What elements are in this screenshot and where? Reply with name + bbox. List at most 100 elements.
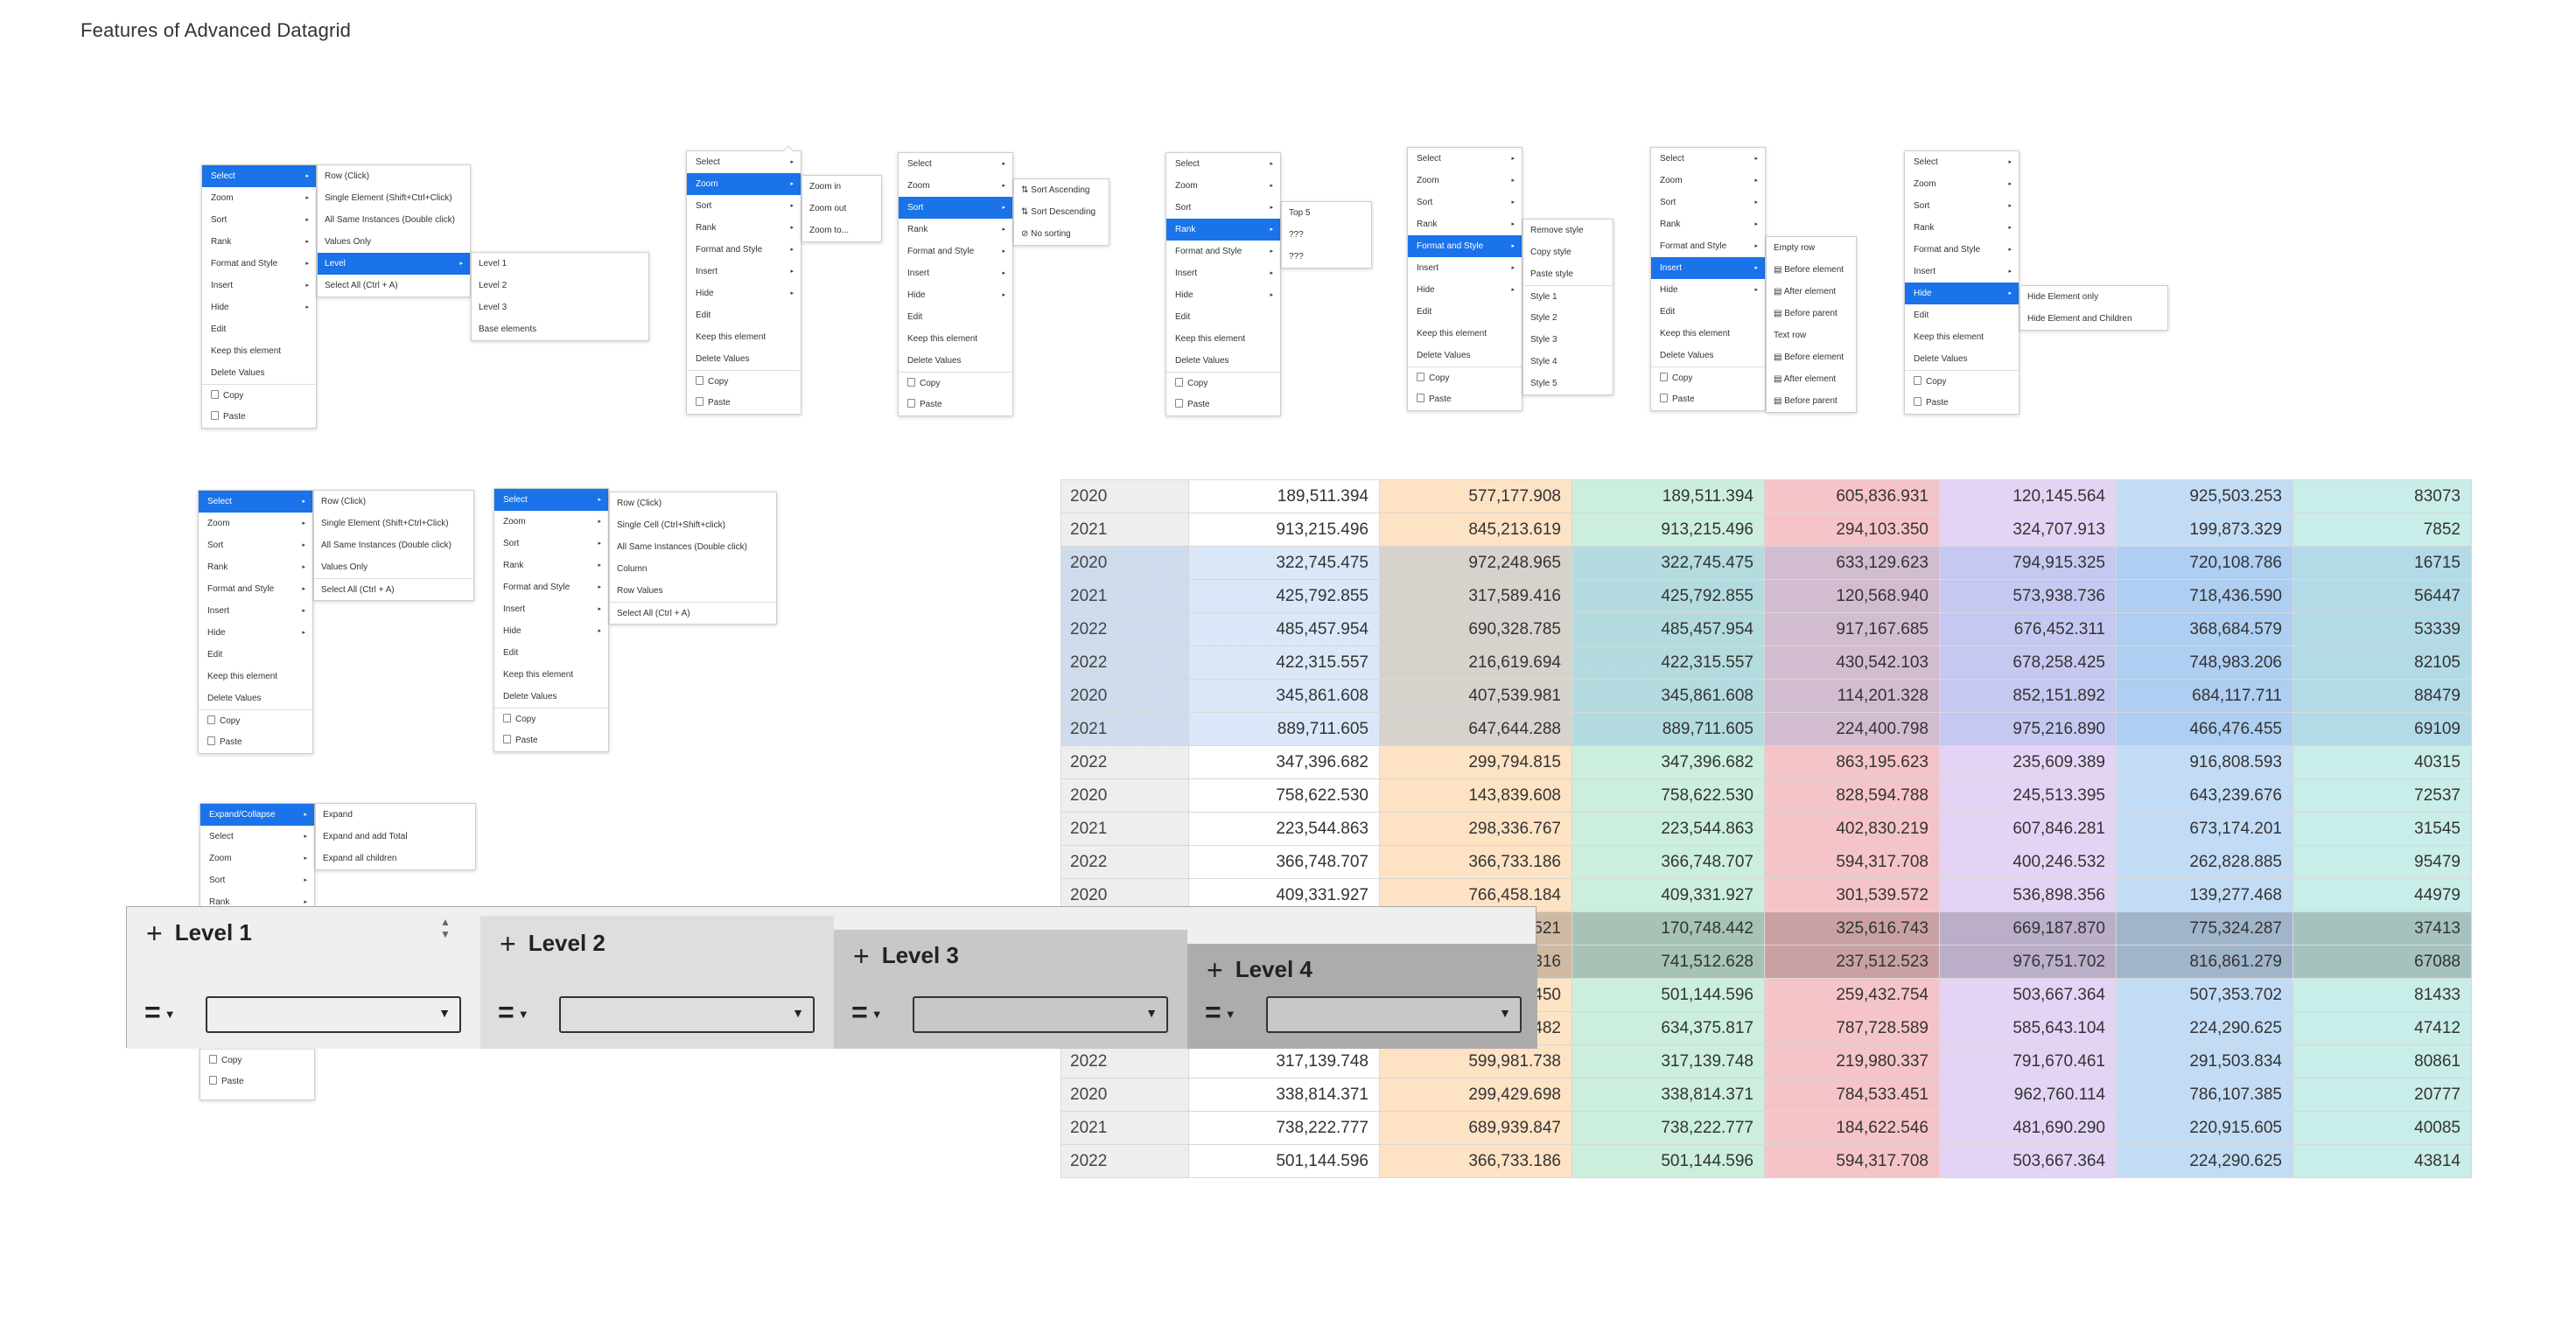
value-cell[interactable]: 299,429.698	[1379, 1078, 1572, 1112]
year-cell[interactable]: 2022	[1060, 1044, 1189, 1078]
year-cell[interactable]: 2021	[1060, 712, 1189, 746]
menu-item-hide[interactable]: Hide ▸	[1905, 283, 2019, 304]
value-cell[interactable]: 916,808.593	[2116, 745, 2293, 779]
menu-item-sort[interactable]: Sort ▸	[687, 195, 801, 217]
menu-item-insert[interactable]: Insert ▸	[687, 261, 801, 283]
level-title[interactable]: + Level 2	[500, 928, 606, 960]
menu-item-insert[interactable]: Insert ▸	[899, 262, 1012, 284]
value-cell[interactable]: 235,609.389	[1939, 745, 2117, 779]
menu-item-paste[interactable]: Paste	[1651, 388, 1765, 410]
menu-item-keep[interactable]: Keep this element	[202, 340, 316, 362]
value-cell[interactable]: 962,760.114	[1939, 1078, 2117, 1112]
value-cell[interactable]: 366,748.707	[1572, 845, 1765, 879]
menu-item-select[interactable]: Select ▸	[1408, 148, 1522, 170]
menu-item-zoom[interactable]: Zoom ▸	[202, 187, 316, 209]
menu-item-same-instances[interactable]: All Same Instances (Double click)	[318, 209, 470, 231]
value-cell[interactable]: 976,751.702	[1939, 945, 2117, 979]
value-cell[interactable]: 485,457.954	[1572, 612, 1765, 646]
menu-item-zoom[interactable]: Zoom ▸	[1905, 173, 2019, 195]
menu-item-select[interactable]: Select ▸	[200, 826, 314, 848]
year-cell[interactable]: 2020	[1060, 479, 1189, 513]
value-cell[interactable]: 594,317.708	[1764, 845, 1940, 879]
menu-item-delete[interactable]: Delete Values	[494, 686, 608, 708]
menu-item-delete[interactable]: Delete Values	[1166, 350, 1280, 372]
table-row[interactable]: 2020 758,622.530 143,839.608 758,622.530 828…	[1060, 778, 2472, 813]
menu-item-copy[interactable]: Copy	[494, 708, 608, 729]
menu-item-remove-style[interactable]: Remove style	[1523, 220, 1613, 241]
value-cell[interactable]: 425,792.855	[1572, 579, 1765, 613]
value-cell[interactable]: 294,103.350	[1764, 513, 1940, 547]
menu-item-insert[interactable]: Insert ▸	[494, 598, 608, 620]
menu-item-text-row[interactable]: Text row	[1767, 325, 1856, 346]
menu-item-rank[interactable]: Rank ▸	[494, 555, 608, 576]
value-cell[interactable]: 189,511.394	[1572, 479, 1765, 513]
value-cell[interactable]: 503,667.364	[1939, 978, 2117, 1012]
table-row[interactable]: 2022 422,315.557 216,619.694 422,315.557 430…	[1060, 646, 2472, 680]
menu-item-edit[interactable]: Edit	[1651, 301, 1765, 323]
value-cell[interactable]: 577,177.908	[1379, 479, 1572, 513]
value-cell[interactable]: 758,622.530	[1572, 778, 1765, 813]
value-cell[interactable]: 184,622.546	[1764, 1111, 1940, 1145]
value-cell[interactable]: 120,145.564	[1939, 479, 2117, 513]
menu-item-format[interactable]: Format and Style ▸	[1408, 235, 1522, 257]
value-cell[interactable]: 690,328.785	[1379, 612, 1572, 646]
menu-item-hide[interactable]: Hide ▸	[899, 284, 1012, 306]
menu-item-paste[interactable]: Paste	[494, 729, 608, 751]
value-cell[interactable]: 678,258.425	[1939, 646, 2117, 680]
table-row[interactable]: 2022 485,457.954 690,328.785 485,457.954 917…	[1060, 612, 2472, 646]
value-cell[interactable]: 224,290.625	[2116, 1011, 2293, 1045]
menu-item-delete[interactable]: Delete Values	[1408, 345, 1522, 366]
value-cell[interactable]: 673,174.201	[2116, 812, 2293, 846]
menu-item-select-all[interactable]: Select All (Ctrl + A)	[318, 275, 470, 297]
value-cell[interactable]: 599,981.738	[1379, 1044, 1572, 1078]
value-cell[interactable]: 828,594.788	[1764, 778, 1940, 813]
year-cell[interactable]: 2020	[1060, 778, 1189, 813]
menu-item-no-sort[interactable]: ⊘ No sorting	[1014, 223, 1109, 245]
menu-item-edit[interactable]: Edit	[494, 642, 608, 664]
value-cell[interactable]: 738,222.777	[1572, 1111, 1765, 1145]
menu-item-style-5[interactable]: Style 5	[1523, 373, 1613, 394]
menu-item-format[interactable]: Format and Style ▸	[1166, 241, 1280, 262]
value-cell[interactable]: 82105	[2292, 646, 2472, 680]
menu-item-zoom[interactable]: Zoom ▸	[494, 511, 608, 533]
value-cell[interactable]: 139,277.468	[2116, 878, 2293, 912]
value-cell[interactable]: 31545	[2292, 812, 2472, 846]
menu-item-insert[interactable]: Insert ▸	[1408, 257, 1522, 279]
menu-item-same-instances[interactable]: All Same Instances (Double click)	[314, 534, 473, 556]
menu-item-format[interactable]: Format and Style ▸	[1905, 239, 2019, 261]
menu-item-paste[interactable]: Paste	[1166, 394, 1280, 415]
menu-item-hide-children[interactable]: Hide Element and Children	[2020, 308, 2167, 330]
value-cell[interactable]: 913,215.496	[1188, 513, 1380, 547]
menu-item-paste[interactable]: Paste	[199, 731, 312, 753]
menu-item-keep[interactable]: Keep this element	[687, 326, 801, 348]
menu-item-copy[interactable]: Copy	[687, 370, 801, 392]
value-cell[interactable]: 43814	[2292, 1144, 2472, 1178]
value-cell[interactable]: 83073	[2292, 479, 2472, 513]
menu-item-before-element[interactable]: ▤ Before element	[1767, 259, 1856, 281]
value-cell[interactable]: 347,396.682	[1572, 745, 1765, 779]
menu-item-style-2[interactable]: Style 2	[1523, 307, 1613, 329]
value-cell[interactable]: 199,873.329	[2116, 513, 2293, 547]
menu-item-single-element[interactable]: Single Element (Shift+Ctrl+Click)	[318, 187, 470, 209]
menu-item-select[interactable]: Select ▸	[494, 489, 608, 511]
menu-item-copy-style[interactable]: Copy style	[1523, 241, 1613, 263]
value-cell[interactable]: 366,733.186	[1379, 1144, 1572, 1178]
value-cell[interactable]: 738,222.777	[1188, 1111, 1380, 1145]
menu-item-base-elements[interactable]: Base elements	[472, 318, 648, 340]
value-cell[interactable]: 317,139.748	[1188, 1044, 1380, 1078]
menu-item-copy[interactable]: Copy	[199, 709, 312, 731]
value-cell[interactable]: 366,748.707	[1188, 845, 1380, 879]
menu-item-insert[interactable]: Insert ▸	[1166, 262, 1280, 284]
menu-item-rank[interactable]: Rank ▸	[1905, 217, 2019, 239]
menu-item-edit[interactable]: Edit	[1166, 306, 1280, 328]
menu-item-rank[interactable]: Rank ▸	[199, 556, 312, 578]
value-cell[interactable]: 37413	[2292, 911, 2472, 946]
menu-item-sort[interactable]: Sort ▸	[200, 869, 314, 891]
operator-select[interactable]: = ▼	[144, 996, 176, 1029]
menu-item-delete[interactable]: Delete Values	[687, 348, 801, 370]
value-cell[interactable]: 80861	[2292, 1044, 2472, 1078]
level-value-dropdown[interactable]: ▼	[913, 996, 1168, 1033]
value-cell[interactable]: 422,315.557	[1572, 646, 1765, 680]
table-row[interactable]: 2022 317,139.748 599,981.738 317,139.748 219…	[1060, 1044, 2472, 1078]
menu-item-rank-3[interactable]: ???	[1282, 246, 1371, 268]
